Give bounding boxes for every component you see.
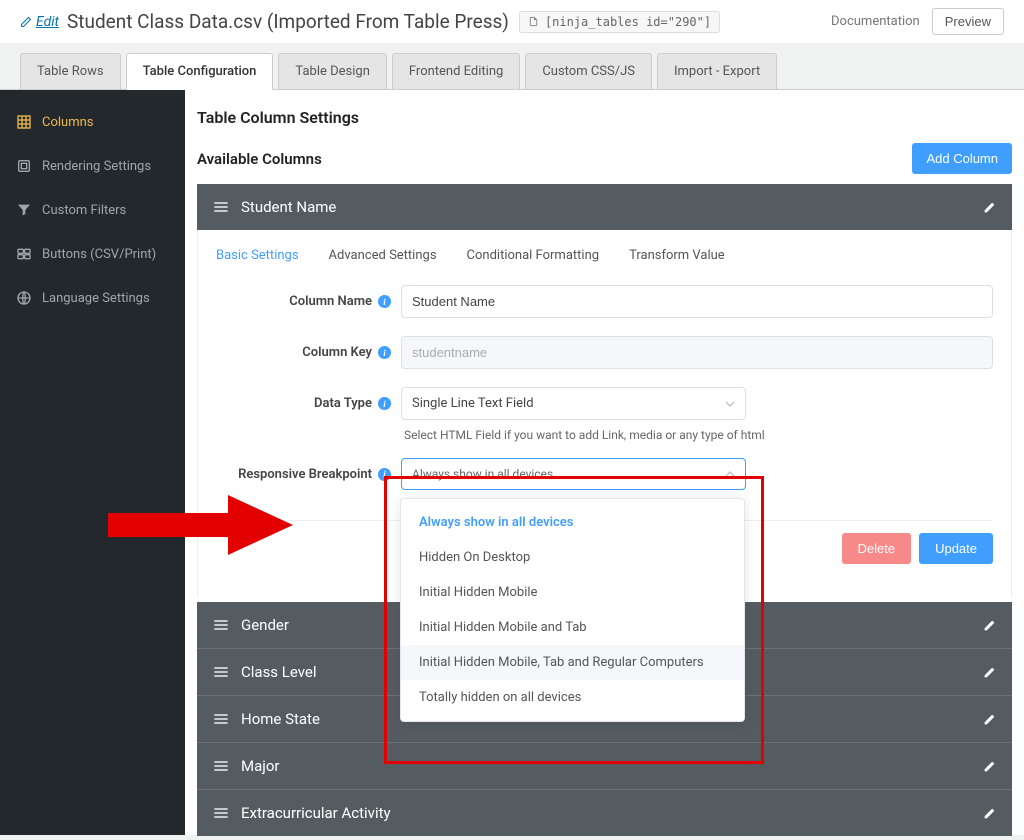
filter-icon — [16, 202, 32, 218]
sub-tab-transform[interactable]: Transform Value — [629, 248, 725, 263]
delete-button[interactable]: Delete — [842, 533, 912, 564]
sidebar-item-label: Columns — [42, 115, 94, 130]
column-bar-label: Student Name — [241, 198, 971, 216]
breakpoint-label: Responsive Breakpoint i — [216, 467, 391, 482]
page-header: Edit Student Class Data.csv (Imported Fr… — [0, 0, 1024, 43]
shortcode-text: [ninja_tables id="290"] — [545, 15, 711, 29]
sub-tab-conditional[interactable]: Conditional Formatting — [467, 248, 600, 263]
data-type-help: Select HTML Field if you want to add Lin… — [404, 428, 993, 442]
update-button[interactable]: Update — [919, 533, 993, 564]
drag-handle-icon[interactable] — [213, 712, 229, 726]
column-settings-panel: Basic Settings Advanced Settings Conditi… — [197, 230, 1012, 598]
main-tabs: Table Rows Table Configuration Table Des… — [0, 53, 1024, 89]
breakpoint-select[interactable]: Always show in all devices — [401, 458, 746, 490]
info-icon[interactable]: i — [378, 397, 391, 410]
edit-icon[interactable] — [983, 619, 996, 632]
dropdown-option[interactable]: Always show in all devices — [401, 505, 744, 540]
column-key-input — [401, 336, 993, 369]
pencil-icon — [20, 16, 32, 28]
chevron-down-icon — [725, 401, 735, 407]
column-name-input[interactable] — [401, 285, 993, 318]
tab-frontend-editing[interactable]: Frontend Editing — [392, 53, 520, 89]
sidebar-item-label: Rendering Settings — [42, 159, 151, 174]
sidebar-item-label: Custom Filters — [42, 203, 126, 218]
columns-icon — [16, 114, 32, 130]
tab-table-design[interactable]: Table Design — [278, 53, 386, 89]
sidebar-item-rendering[interactable]: Rendering Settings — [0, 144, 185, 188]
available-columns-title: Available Columns — [197, 150, 322, 168]
edit-icon[interactable] — [983, 713, 996, 726]
drag-handle-icon[interactable] — [213, 618, 229, 632]
drag-handle-icon[interactable] — [213, 759, 229, 773]
sidebar-item-label: Language Settings — [42, 291, 150, 306]
sidebar: Columns Rendering Settings Custom Filter… — [0, 90, 185, 835]
edit-icon[interactable] — [983, 666, 996, 679]
sub-tab-advanced[interactable]: Advanced Settings — [329, 248, 437, 263]
column-name-label: Column Name i — [216, 294, 391, 309]
preview-button[interactable]: Preview — [932, 8, 1004, 35]
dropdown-option[interactable]: Initial Hidden Mobile — [401, 575, 744, 610]
edit-icon[interactable] — [983, 807, 996, 820]
column-key-label: Column Key i — [216, 345, 391, 360]
edit-icon[interactable] — [983, 760, 996, 773]
documentation-link[interactable]: Documentation — [831, 14, 920, 29]
sidebar-item-custom-filters[interactable]: Custom Filters — [0, 188, 185, 232]
data-type-label: Data Type i — [216, 396, 391, 411]
section-title: Table Column Settings — [197, 108, 1012, 127]
tab-table-configuration[interactable]: Table Configuration — [126, 53, 274, 90]
edit-link-text: Edit — [36, 14, 59, 30]
column-bar-student-name[interactable]: Student Name — [197, 184, 1012, 230]
data-type-value: Single Line Text Field — [412, 396, 534, 411]
drag-handle-icon[interactable] — [213, 200, 229, 214]
sub-tab-basic[interactable]: Basic Settings — [216, 248, 299, 263]
buttons-icon — [16, 246, 32, 262]
dropdown-option[interactable]: Totally hidden on all devices — [401, 680, 744, 715]
tab-import-export[interactable]: Import - Export — [657, 53, 777, 89]
tab-table-rows[interactable]: Table Rows — [20, 53, 121, 89]
sidebar-item-label: Buttons (CSV/Print) — [42, 247, 156, 262]
content-area: Table Column Settings Available Columns … — [185, 90, 1024, 835]
column-bar-major[interactable]: Major — [197, 742, 1012, 789]
drag-handle-icon[interactable] — [213, 806, 229, 820]
sidebar-item-columns[interactable]: Columns — [0, 100, 185, 144]
dropdown-option[interactable]: Initial Hidden Mobile, Tab and Regular C… — [401, 645, 744, 680]
edit-link[interactable]: Edit — [20, 14, 59, 30]
file-icon — [528, 15, 539, 28]
sidebar-item-language[interactable]: Language Settings — [0, 276, 185, 320]
column-bar-label: Extracurricular Activity — [241, 804, 971, 822]
sidebar-item-buttons[interactable]: Buttons (CSV/Print) — [0, 232, 185, 276]
info-icon[interactable]: i — [378, 346, 391, 359]
data-type-select[interactable]: Single Line Text Field — [401, 387, 746, 420]
breakpoint-value: Always show in all devices — [412, 467, 553, 481]
arrow-annotation — [108, 495, 293, 555]
info-icon[interactable]: i — [378, 468, 391, 481]
language-icon — [16, 290, 32, 306]
cog-icon — [16, 158, 32, 174]
shortcode-box[interactable]: [ninja_tables id="290"] — [519, 11, 720, 33]
column-sub-tabs: Basic Settings Advanced Settings Conditi… — [216, 248, 993, 263]
dropdown-option[interactable]: Initial Hidden Mobile and Tab — [401, 610, 744, 645]
breakpoint-dropdown: Always show in all devices Hidden On Des… — [400, 498, 745, 722]
add-column-button[interactable]: Add Column — [912, 143, 1012, 174]
info-icon[interactable]: i — [378, 295, 391, 308]
dropdown-option[interactable]: Hidden On Desktop — [401, 540, 744, 575]
drag-handle-icon[interactable] — [213, 665, 229, 679]
column-bar-label: Major — [241, 757, 971, 775]
page-title: Student Class Data.csv (Imported From Ta… — [67, 10, 509, 33]
chevron-up-icon — [725, 471, 735, 477]
column-bar-extracurricular[interactable]: Extracurricular Activity — [197, 789, 1012, 836]
edit-icon[interactable] — [983, 201, 996, 214]
tab-custom-css-js[interactable]: Custom CSS/JS — [525, 53, 652, 89]
